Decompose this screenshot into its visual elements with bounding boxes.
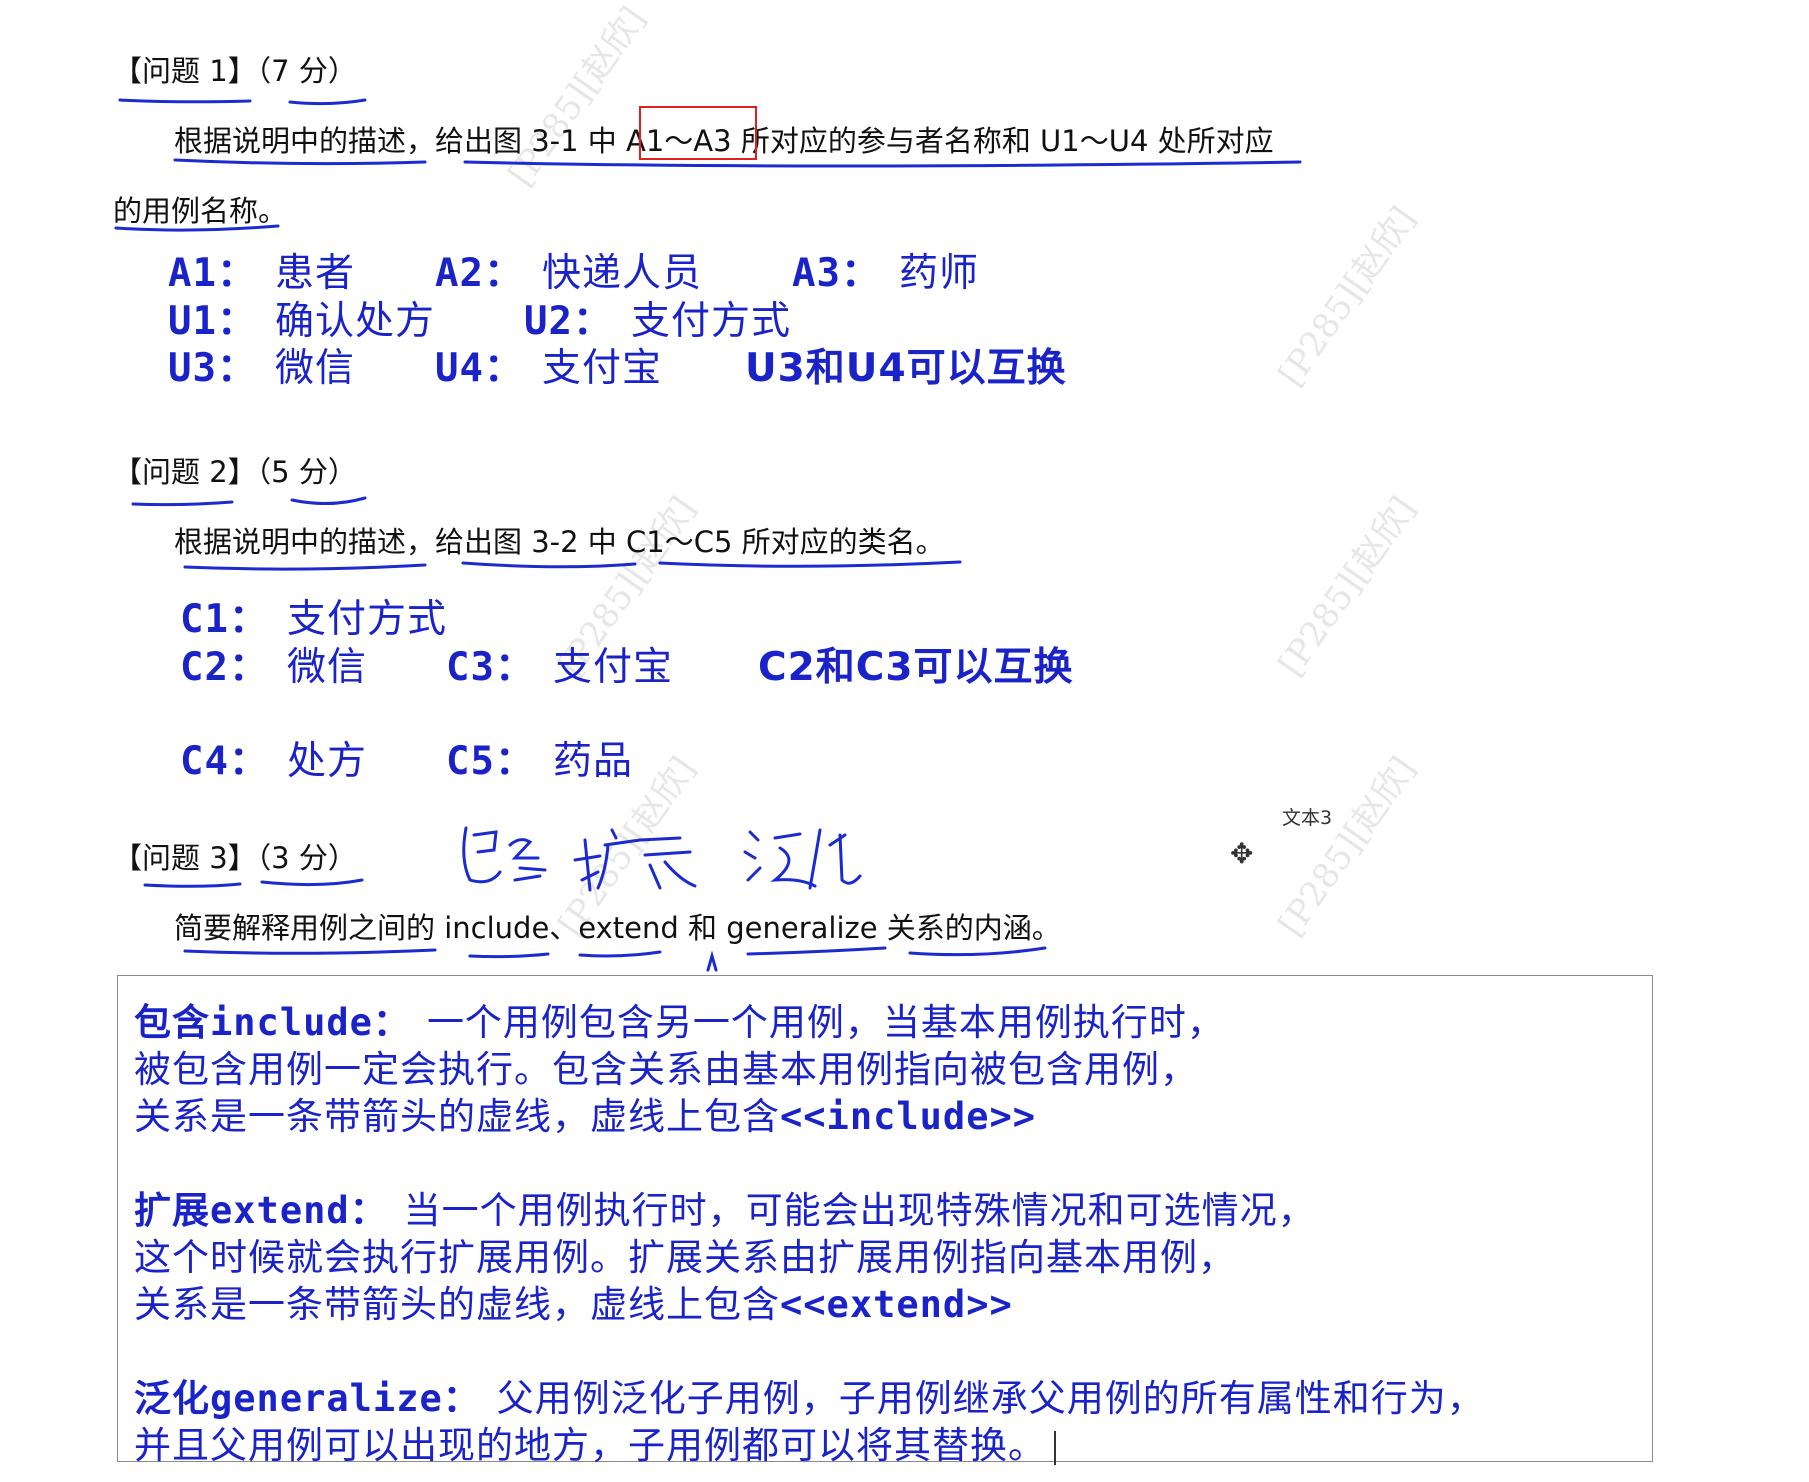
underline [183,563,427,571]
include-line-3: 关系是一条带箭头的虚线，虚线上包含<<include>> [134,1095,1037,1138]
extend-line-2: 这个时候就会执行扩展用例。扩展关系由扩展用例指向基本用例， [134,1236,1236,1279]
handwriting [596,828,642,890]
underline [290,496,367,506]
generalize-line-2: 并且父用例可以出现的地方，子用例都可以将其替换。 [134,1415,1056,1469]
handwriting [638,836,697,890]
underline [143,882,242,888]
handwriting [573,838,602,892]
underline [746,946,887,956]
handwriting [472,830,498,854]
handwriting [743,830,762,882]
underline [260,878,364,887]
handwriting [808,828,862,890]
underline [288,98,367,106]
handwriting [770,832,817,888]
underline [461,561,637,569]
handwriting [508,838,547,882]
answer-textbox[interactable]: 包含include： 一个用例包含另一个用例，当基本用例执行时， 被包含用例一定会… [117,975,1653,1467]
underline [463,160,1302,168]
include-line-1: 包含include： 一个用例包含另一个用例，当基本用例执行时， [134,1001,1225,1044]
underline [578,950,662,958]
underline [173,158,427,166]
extend-line-3: 关系是一条带箭头的虚线，虚线上包含<<extend>> [134,1283,1013,1326]
underline [183,948,437,955]
underline [468,952,550,959]
extend-line-1: 扩展extend： 当一个用例执行时，可能会出现特殊情况和可选情况， [134,1189,1316,1232]
underline [908,946,1047,957]
caret-mark [706,950,718,972]
underline [131,500,234,507]
underline [658,560,962,568]
generalize-line-1: 泛化generalize： 父用例泛化子用例，子用例继承父用例的所有属性和行为， [134,1377,1485,1420]
text-caret [1054,1430,1056,1465]
include-line-2: 被包含用例一定会执行。包含关系由基本用例指向被包含用例， [134,1048,1198,1091]
underline [114,224,280,232]
underline [118,98,252,104]
